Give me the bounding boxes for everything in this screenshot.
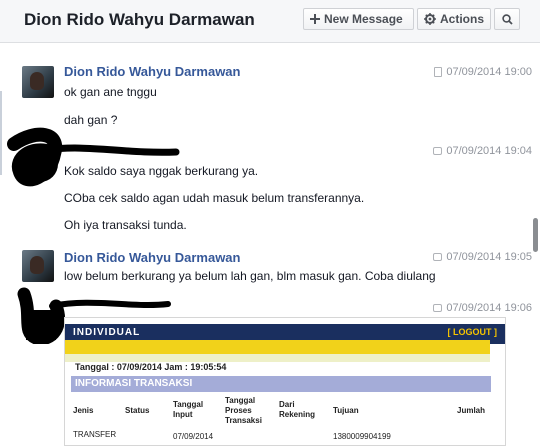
gear-icon — [424, 13, 436, 25]
column-header: Tanggal Proses Transaksi — [225, 396, 262, 425]
message-timestamp: 07/09/2014 19:06 — [446, 302, 532, 314]
chat-bubble-icon — [433, 304, 443, 312]
conversation-header: Dion Rido Wahyu Darmawan New Message Act… — [0, 0, 540, 43]
bank-date-line: Tanggal : 07/09/2014 Jam : 19:05:54 — [75, 362, 227, 372]
search-button[interactable] — [494, 8, 520, 30]
new-message-label: New Message — [324, 12, 403, 26]
bank-header-label: INDIVIDUAL — [73, 327, 141, 338]
table-cell: 07/09/2014 — [173, 432, 214, 441]
message-text: ok gan ane tnggu — [64, 85, 157, 99]
chat-bubble-icon — [433, 147, 443, 155]
message-text: low belum berkurang ya belum lah gan, bl… — [64, 269, 436, 283]
sender-name[interactable]: Dion Rido Wahyu Darmawan — [64, 64, 240, 79]
message-time: 07/09/2014 19:00 — [434, 66, 532, 78]
actions-label: Actions — [439, 12, 484, 26]
message-text: Kok saldo saya nggak berkurang ya. — [64, 164, 259, 178]
message-time: 07/09/2014 19:05 — [433, 251, 532, 263]
column-header: Tanggal Input — [173, 400, 204, 419]
message-timestamp: 07/09/2014 19:05 — [446, 251, 532, 263]
table-cell: TRANSFER — [73, 430, 117, 439]
table-cell: 1380009904199 — [333, 432, 391, 441]
column-header: Jumlah — [457, 406, 486, 415]
message-text: COba cek saldo agan udah masuk belum tra… — [64, 191, 365, 205]
bank-logout-link: [ LOGOUT ] — [447, 327, 498, 337]
column-header: Dari Rekening — [279, 400, 316, 419]
message-time: 07/09/2014 19:04 — [433, 145, 532, 157]
message-timestamp: 07/09/2014 19:04 — [446, 145, 532, 157]
message-timestamp: 07/09/2014 19:00 — [446, 66, 532, 78]
avatar[interactable] — [22, 250, 54, 282]
plus-icon — [310, 14, 320, 24]
chat-bubble-icon — [433, 253, 443, 261]
message-text: Oh iya transaksi tunda. — [64, 218, 187, 232]
column-header: Tujuan — [333, 406, 359, 415]
bank-section-bar: INFORMASI TRANSAKSI — [71, 376, 491, 392]
message-time: 07/09/2014 19:06 — [433, 302, 532, 314]
bank-section-title: INFORMASI TRANSAKSI — [75, 378, 193, 389]
sender-name[interactable]: Dion Rido Wahyu Darmawan — [64, 250, 240, 265]
thread-indicator — [0, 91, 2, 175]
column-header: Status — [125, 406, 150, 415]
column-header: Jenis — [73, 406, 94, 415]
actions-button[interactable]: Actions — [417, 8, 491, 30]
attachment-image[interactable]: INDIVIDUAL [ LOGOUT ] Tanggal : 07/09/20… — [64, 317, 506, 446]
conversation-title: Dion Rido Wahyu Darmawan — [24, 10, 255, 29]
scrollbar-thumb[interactable] — [533, 218, 538, 252]
avatar[interactable] — [22, 66, 54, 98]
bank-yellow-bar — [65, 340, 490, 354]
new-message-button[interactable]: New Message — [303, 8, 414, 30]
mobile-icon — [434, 67, 443, 77]
search-icon — [501, 13, 513, 25]
redaction-scribble — [7, 127, 180, 187]
bank-band — [65, 354, 490, 362]
